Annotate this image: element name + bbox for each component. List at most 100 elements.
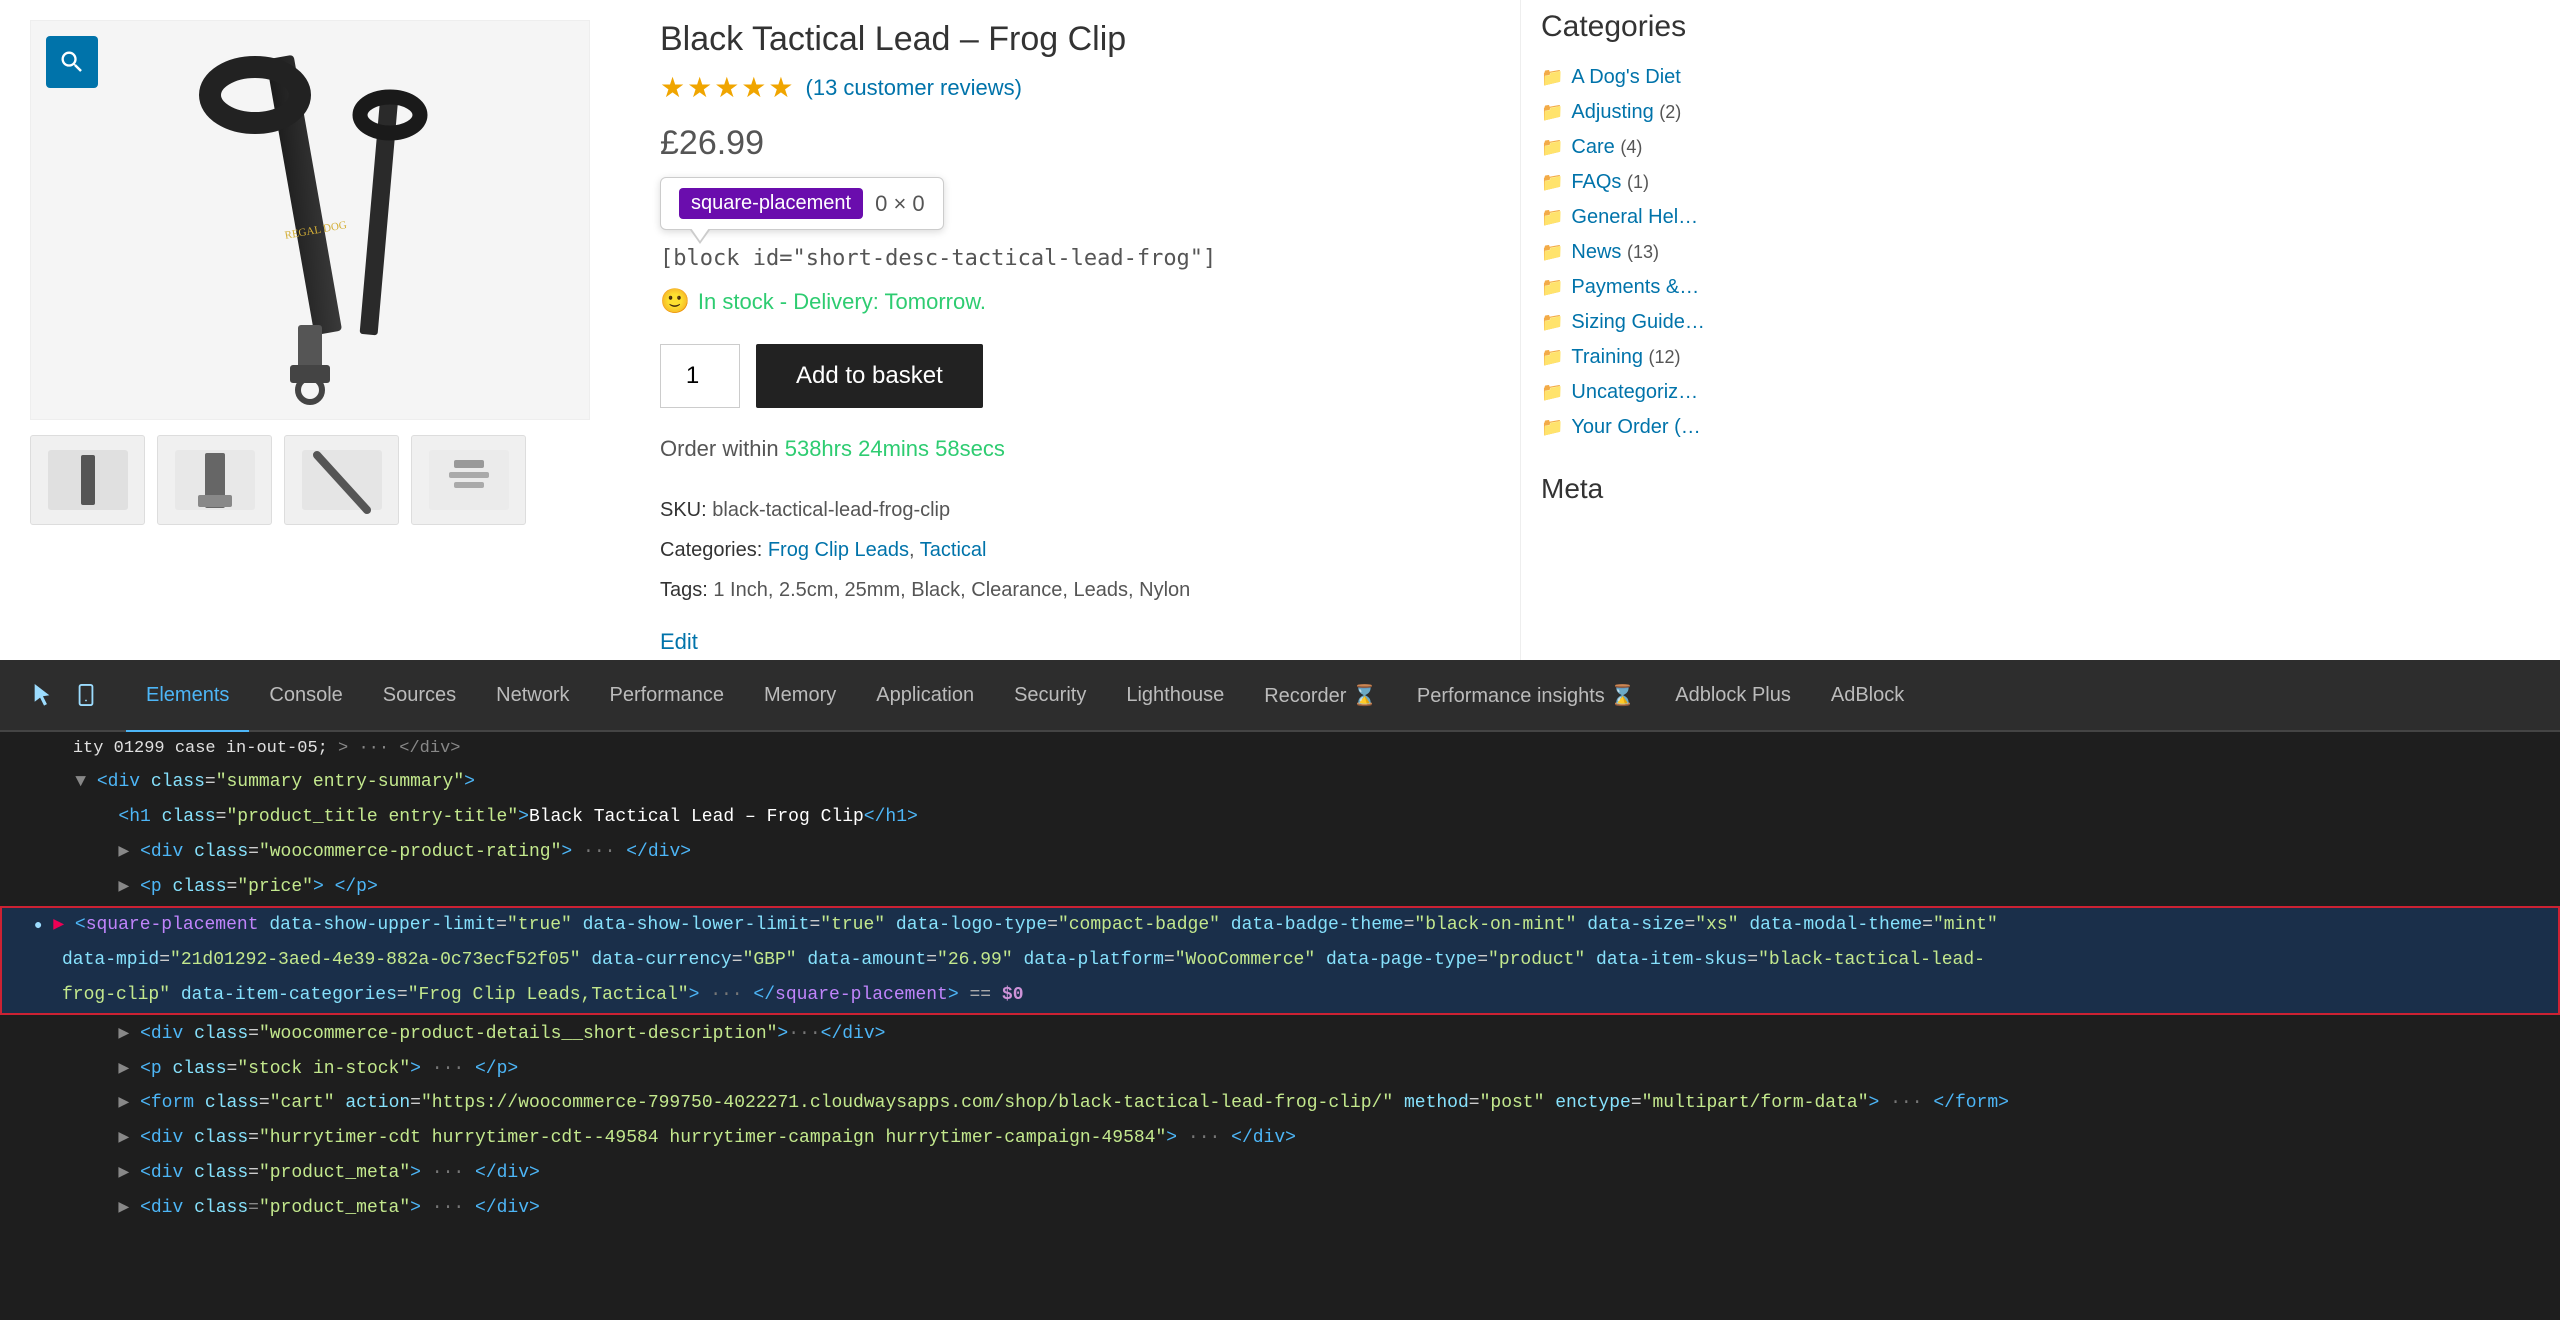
tab-performance-insights[interactable]: Performance insights ⌛ bbox=[1397, 660, 1655, 732]
thumbnail-1[interactable] bbox=[30, 435, 145, 525]
add-to-basket-row: Add to basket bbox=[660, 344, 1480, 408]
tags-value: 1 Inch, 2.5cm, 25mm, Black, Clearance, L… bbox=[713, 579, 1190, 601]
tab-adblock-label: AdBlock bbox=[1831, 684, 1904, 707]
tab-security-label: Security bbox=[1014, 684, 1086, 707]
tab-application[interactable]: Application bbox=[856, 660, 994, 732]
folder-icon-2: 📁 bbox=[1541, 102, 1563, 123]
lead-svg: REGAL DOG bbox=[150, 35, 470, 405]
product-images: REGAL DOG bbox=[0, 0, 620, 660]
folder-icon-9: 📁 bbox=[1541, 347, 1563, 368]
sidebar-category-7[interactable]: 📁 Payments &… bbox=[1541, 270, 1900, 305]
sidebar-category-3[interactable]: 📁 Care (4) bbox=[1541, 130, 1900, 165]
sidebar-category-11[interactable]: 📁 Your Order (… bbox=[1541, 410, 1900, 445]
right-sidebar: Categories 📁 A Dog's Diet 📁 Adjusting (2… bbox=[1520, 0, 1920, 660]
tab-security[interactable]: Security bbox=[994, 660, 1106, 732]
star-rating: ★★★★★ bbox=[660, 71, 796, 104]
code-line-short-desc[interactable]: ▶ <div class="woocommerce-product-detail… bbox=[0, 1017, 2560, 1052]
tooltip-arrow bbox=[690, 230, 710, 244]
devtools-code-panel: ity 01299 case in-out-05; > ··· </div> ▼… bbox=[0, 732, 2560, 1320]
tooltip-tag: square-placement bbox=[679, 188, 863, 219]
tab-recorder[interactable]: Recorder ⌛ bbox=[1244, 660, 1397, 732]
sidebar-category-6[interactable]: 📁 News (13) bbox=[1541, 235, 1900, 270]
category-link-1[interactable]: Frog Clip Leads bbox=[768, 539, 909, 561]
code-line-h1[interactable]: <h1 class="product_title entry-title">Bl… bbox=[0, 800, 2560, 835]
sidebar-cat-label-6: News (13) bbox=[1571, 241, 1659, 264]
tags-label: Tags: bbox=[660, 579, 708, 601]
tab-elements[interactable]: Elements bbox=[126, 660, 249, 732]
reviews-link[interactable]: (13 customer reviews) bbox=[806, 75, 1022, 101]
folder-icon-11: 📁 bbox=[1541, 417, 1563, 438]
sidebar-category-1[interactable]: 📁 A Dog's Diet bbox=[1541, 60, 1900, 95]
categories-label: Categories: bbox=[660, 539, 762, 561]
tags-row: Tags: 1 Inch, 2.5cm, 25mm, Black, Cleara… bbox=[660, 570, 1480, 610]
block-id-text: [block id="short-desc-tactical-lead-frog… bbox=[660, 246, 1480, 271]
sidebar-category-10[interactable]: 📁 Uncategoriz… bbox=[1541, 375, 1900, 410]
code-line-price[interactable]: ▶ <p class="price"> </p> bbox=[0, 870, 2560, 905]
tooltip-container: square-placement 0 × 0 bbox=[660, 177, 944, 230]
tooltip-bubble: square-placement 0 × 0 bbox=[660, 177, 944, 230]
folder-icon-4: 📁 bbox=[1541, 172, 1563, 193]
product-title: Black Tactical Lead – Frog Clip bbox=[660, 20, 1480, 59]
mobile-icon-btn[interactable] bbox=[66, 675, 106, 715]
sidebar-cat-label-5: General Hel… bbox=[1571, 206, 1698, 229]
sidebar-category-2[interactable]: 📁 Adjusting (2) bbox=[1541, 95, 1900, 130]
code-line-extra: ▶ <div class="product_meta"> ··· </div> bbox=[0, 1191, 2560, 1226]
order-within: Order within 538hrs 24mins 58secs bbox=[660, 436, 1480, 462]
cursor-icon-btn[interactable] bbox=[22, 675, 62, 715]
tab-memory[interactable]: Memory bbox=[744, 660, 856, 732]
code-line-stock[interactable]: ▶ <p class="stock in-stock"> ··· </p> bbox=[0, 1052, 2560, 1087]
page-area: REGAL DOG bbox=[0, 0, 2560, 660]
tab-adblock-plus[interactable]: Adblock Plus bbox=[1655, 660, 1811, 732]
sidebar-category-9[interactable]: 📁 Training (12) bbox=[1541, 340, 1900, 375]
tab-network[interactable]: Network bbox=[476, 660, 589, 732]
devtools-tab-bar: Elements Console Sources Network Perform… bbox=[0, 660, 2560, 732]
sidebar-category-5[interactable]: 📁 General Hel… bbox=[1541, 200, 1900, 235]
tab-console[interactable]: Console bbox=[249, 660, 362, 732]
code-line-square-placement-1[interactable]: ● ▶ <square-placement data-show-upper-li… bbox=[2, 908, 2558, 943]
code-line-div-summary[interactable]: ▼ <div class="summary entry-summary"> bbox=[0, 765, 2560, 800]
product-meta: SKU: black-tactical-lead-frog-clip Categ… bbox=[660, 490, 1480, 664]
order-within-prefix: Order within bbox=[660, 436, 779, 461]
rating-row: ★★★★★ (13 customer reviews) bbox=[660, 71, 1480, 104]
thumbnail-3[interactable] bbox=[284, 435, 399, 525]
tab-memory-label: Memory bbox=[764, 684, 836, 707]
tab-sources[interactable]: Sources bbox=[363, 660, 476, 732]
tab-network-label: Network bbox=[496, 684, 569, 707]
code-line-rating[interactable]: ▶ <div class="woocommerce-product-rating… bbox=[0, 835, 2560, 870]
sidebar-category-8[interactable]: 📁 Sizing Guide… bbox=[1541, 305, 1900, 340]
sidebar-cat-label-11: Your Order (… bbox=[1571, 416, 1700, 439]
selected-code-block[interactable]: ● ▶ <square-placement data-show-upper-li… bbox=[0, 906, 2560, 1014]
sku-label: SKU: bbox=[660, 499, 707, 521]
tab-application-label: Application bbox=[876, 684, 974, 707]
sidebar-cat-label-9: Training (12) bbox=[1571, 346, 1680, 369]
tab-console-label: Console bbox=[269, 684, 342, 707]
tab-adblock[interactable]: AdBlock bbox=[1811, 660, 1924, 732]
tab-adblock-plus-label: Adblock Plus bbox=[1675, 684, 1791, 707]
tab-lighthouse[interactable]: Lighthouse bbox=[1106, 660, 1244, 732]
quantity-input[interactable] bbox=[660, 344, 740, 408]
magnify-button[interactable] bbox=[46, 36, 98, 88]
edit-link[interactable]: Edit bbox=[660, 620, 1480, 664]
tab-performance-insights-label: Performance insights ⌛ bbox=[1417, 683, 1635, 708]
code-line-square-placement-3: frog-clip" data-item-categories="Frog Cl… bbox=[2, 978, 2558, 1013]
category-link-2[interactable]: Tactical bbox=[920, 539, 987, 561]
tab-lighthouse-label: Lighthouse bbox=[1126, 684, 1224, 707]
sidebar-cat-label-8: Sizing Guide… bbox=[1571, 311, 1704, 334]
sidebar-cat-label-2: Adjusting (2) bbox=[1571, 101, 1681, 124]
tab-performance-label: Performance bbox=[610, 684, 725, 707]
order-time: 538hrs 24mins 58secs bbox=[785, 436, 1005, 461]
in-stock-text: In stock - Delivery: Tomorrow. bbox=[698, 289, 986, 315]
folder-icon-8: 📁 bbox=[1541, 312, 1563, 333]
categories-row: Categories: Frog Clip Leads, Tactical bbox=[660, 530, 1480, 570]
folder-icon-3: 📁 bbox=[1541, 137, 1563, 158]
add-to-basket-button[interactable]: Add to basket bbox=[756, 344, 983, 408]
tab-performance[interactable]: Performance bbox=[590, 660, 745, 732]
thumbnail-4[interactable] bbox=[411, 435, 526, 525]
code-line-product-meta[interactable]: ▶ <div class="product_meta"> ··· </div> bbox=[0, 1156, 2560, 1191]
code-line-form-cart[interactable]: ▶ <form class="cart" action="https://woo… bbox=[0, 1086, 2560, 1121]
code-line-hurrytimer[interactable]: ▶ <div class="hurrytimer-cdt hurrytimer-… bbox=[0, 1121, 2560, 1156]
meta-title: Meta bbox=[1541, 473, 1900, 505]
sidebar-category-4[interactable]: 📁 FAQs (1) bbox=[1541, 165, 1900, 200]
thumbnail-2[interactable] bbox=[157, 435, 272, 525]
tab-elements-label: Elements bbox=[146, 684, 229, 707]
